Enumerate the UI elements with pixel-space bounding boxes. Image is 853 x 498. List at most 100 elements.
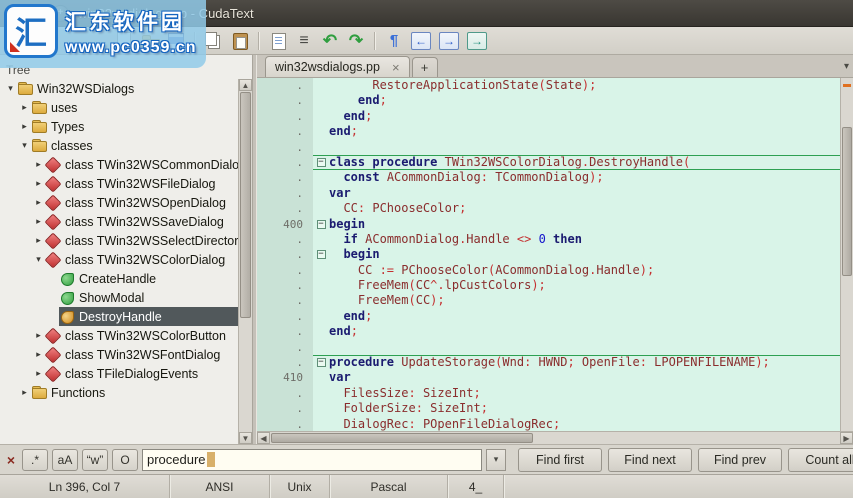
case-sensitive-toggle[interactable]: aA — [52, 448, 78, 471]
fold-minus-icon: − — [316, 157, 326, 168]
editor-line: . − begin — [257, 247, 840, 263]
fold-marker[interactable]: − — [313, 247, 329, 262]
tree-expand-arrow[interactable]: ▾ — [32, 254, 45, 265]
goto-icon[interactable]: → — [467, 31, 487, 50]
editor-line: . CC := PChooseColor(ACommonDialog.Handl… — [257, 262, 840, 279]
tab-menu-icon[interactable]: ▾ — [844, 61, 849, 72]
tree-item-win32wsdialogs[interactable]: ▾ Win32WSDialogs — [0, 79, 238, 98]
editor-horizontal-scrollbar[interactable]: ◀ ▶ — [257, 431, 853, 444]
editor-line: . const ACommonDialog: TCommonDialog); — [257, 170, 840, 186]
findbar-close-icon[interactable]: × — [4, 452, 18, 468]
tree-item-class-twin32wscommondialog[interactable]: ▸ class TWin32WSCommonDialog — [0, 155, 238, 174]
indent-icon[interactable]: → — [439, 31, 459, 50]
status-message[interactable] — [504, 475, 853, 498]
fold-column — [313, 186, 329, 201]
tree-expand-arrow[interactable]: ▸ — [32, 216, 45, 227]
tree-item-class-twin32wscolordialog[interactable]: ▾ class TWin32WSColorDialog — [0, 250, 238, 269]
status-tab-size[interactable]: 4_ — [448, 475, 504, 498]
tree-item-types[interactable]: ▸ Types — [0, 117, 238, 136]
unindent-icon[interactable]: ← — [411, 31, 431, 50]
horizontal-scrollbar-thumb[interactable] — [271, 433, 534, 443]
tree-item-createhandle[interactable]: CreateHandle — [0, 269, 238, 288]
tree-item-class-twin32wssavedialog[interactable]: ▸ class TWin32WSSaveDialog — [0, 212, 238, 231]
tree-item-functions[interactable]: ▸ Functions — [0, 383, 238, 402]
tree-item-label: class TWin32WSOpenDialog — [65, 195, 226, 210]
tree-item-class-twin32wsfontdialog[interactable]: ▸ class TWin32WSFontDialog — [0, 345, 238, 364]
tree-item-content: class TWin32WSSaveDialog — [45, 212, 238, 231]
tree-item-label: class TWin32WSFontDialog — [65, 347, 221, 362]
tree-item-content: CreateHandle — [59, 269, 238, 288]
status-lexer[interactable]: Pascal — [330, 475, 448, 498]
tree-expand-arrow[interactable]: ▸ — [32, 159, 45, 170]
count-all-button[interactable]: Count all — [788, 447, 853, 472]
gutter-line-number: . — [257, 324, 313, 340]
scroll-left-icon[interactable]: ◀ — [257, 432, 270, 444]
tree-expand-arrow[interactable]: ▾ — [4, 83, 17, 94]
redo-icon[interactable]: ↷ — [344, 30, 368, 52]
editor-line: 400− begin — [257, 216, 840, 232]
find-first-button[interactable]: Find first — [518, 447, 602, 472]
scroll-right-icon[interactable]: ▶ — [840, 432, 853, 444]
editor-line: . — [257, 139, 840, 155]
tree-expand-arrow[interactable]: ▸ — [32, 330, 45, 341]
tabbar: win32wsdialogs.pp × + ▾ — [257, 55, 853, 78]
tree-item-class-twin32wscolorbutton[interactable]: ▸ class TWin32WSColorButton — [0, 326, 238, 345]
list-icon[interactable]: ≡ — [292, 30, 316, 52]
gutter-line-number: . — [257, 385, 313, 402]
fold-marker[interactable]: − — [313, 217, 329, 232]
code-text: end; — [357, 93, 387, 108]
status-caret-position[interactable]: Ln 396, Col 7 — [0, 475, 170, 498]
tree-scrollbar[interactable]: ▲ ▼ — [238, 79, 252, 444]
tab-win32wsdialogs[interactable]: win32wsdialogs.pp × — [265, 56, 410, 77]
tree-expand-arrow[interactable]: ▸ — [32, 235, 45, 246]
method-icon — [59, 290, 74, 305]
search-input[interactable]: procedure — [142, 448, 482, 471]
class-icon — [45, 252, 60, 267]
tree-scrollbar-thumb[interactable] — [240, 92, 251, 319]
status-encoding[interactable]: ANSI — [170, 475, 270, 498]
vertical-scrollbar-thumb[interactable] — [842, 127, 852, 276]
tree-scroll-up-icon[interactable]: ▲ — [239, 79, 252, 91]
paste-icon[interactable] — [228, 30, 252, 52]
tree-item-showmodal[interactable]: ShowModal — [0, 288, 238, 307]
undo-icon[interactable]: ↶ — [318, 30, 342, 52]
new-tab-button[interactable]: + — [411, 57, 438, 77]
tree-item-classes[interactable]: ▾ classes — [0, 136, 238, 155]
fold-marker[interactable]: − — [313, 155, 329, 170]
fold-column — [313, 278, 329, 293]
status-line-ends[interactable]: Unix — [270, 475, 330, 498]
regex-toggle[interactable]: .* — [22, 448, 48, 471]
tree-expand-arrow[interactable]: ▸ — [18, 387, 31, 398]
editor-line-body: FreeMem(CC^.lpCustColors); — [313, 278, 840, 293]
tree-expand-arrow[interactable]: ▸ — [32, 349, 45, 360]
whole-words-toggle[interactable]: “w” — [82, 448, 108, 471]
edit-icon[interactable] — [266, 30, 290, 52]
tree-expand-arrow[interactable]: ▸ — [32, 368, 45, 379]
tree-expand-arrow[interactable]: ▸ — [32, 178, 45, 189]
tree-item-class-tfiledialogevents[interactable]: ▸ class TFileDialogEvents — [0, 364, 238, 383]
code-tree[interactable]: ▾ Win32WSDialogs ▸ uses ▸ Types ▾ classes ▸ class… — [0, 79, 252, 444]
tree-expand-arrow[interactable]: ▸ — [18, 102, 31, 113]
tree-item-class-twin32wsopendialog[interactable]: ▸ class TWin32WSOpenDialog — [0, 193, 238, 212]
tree-item-uses[interactable]: ▸ uses — [0, 98, 238, 117]
tree-expand-arrow[interactable]: ▾ — [18, 140, 31, 151]
tree-expand-arrow[interactable]: ▸ — [32, 197, 45, 208]
search-history-dropdown[interactable]: ▾ — [486, 448, 506, 471]
find-next-button[interactable]: Find next — [608, 447, 692, 472]
code-editor[interactable]: . RestoreApplicationState(State);. end;.… — [257, 78, 840, 431]
editor-vertical-scrollbar[interactable] — [840, 78, 853, 431]
find-prev-button[interactable]: Find prev — [698, 447, 782, 472]
tree-item-class-twin32wsselectdirectorydialog[interactable]: ▸ class TWin32WSSelectDirectoryDialog — [0, 231, 238, 250]
editor-line-body — [313, 140, 840, 155]
tree-expand-arrow[interactable]: ▸ — [18, 121, 31, 132]
tree-item-class-twin32wsfiledialog[interactable]: ▸ class TWin32WSFileDialog — [0, 174, 238, 193]
tree-item-content: Win32WSDialogs — [17, 79, 238, 98]
fold-marker[interactable]: − — [313, 355, 329, 370]
tree-item-destroyhandle[interactable]: DestroyHandle — [0, 307, 238, 326]
tree-item-content: Functions — [31, 383, 238, 402]
wrap-toggle[interactable]: O — [112, 448, 138, 471]
fold-column — [313, 140, 329, 155]
tree-scroll-down-icon[interactable]: ▼ — [239, 432, 252, 444]
pilcrow-icon[interactable]: ¶ — [382, 30, 406, 52]
tab-close-icon[interactable]: × — [392, 60, 400, 75]
